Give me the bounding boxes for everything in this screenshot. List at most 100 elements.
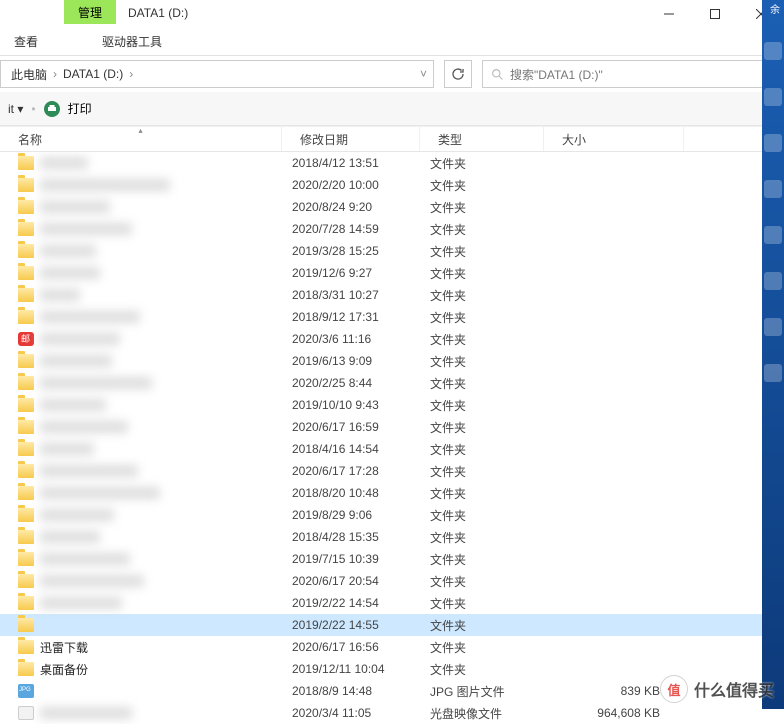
file-type: 文件夹: [420, 353, 544, 370]
file-row[interactable]: 2019/7/15 10:39文件夹: [0, 548, 784, 570]
file-row[interactable]: 2020/2/20 10:00文件夹: [0, 174, 784, 196]
taskbar-icon[interactable]: [764, 318, 782, 336]
file-row[interactable]: 2018/3/31 10:27文件夹: [0, 284, 784, 306]
file-date: 2019/12/6 9:27: [282, 266, 420, 280]
maximize-button[interactable]: [692, 0, 738, 28]
breadcrumb-pc[interactable]: 此电脑: [7, 66, 51, 83]
file-type: 文件夹: [420, 573, 544, 590]
file-type: 文件夹: [420, 243, 544, 260]
file-name: [40, 487, 160, 499]
file-date: 2019/10/10 9:43: [282, 398, 420, 412]
folder-icon: [18, 178, 34, 192]
folder-icon: [18, 508, 34, 522]
file-row[interactable]: 2019/3/28 15:25文件夹: [0, 240, 784, 262]
tab-view[interactable]: 查看: [0, 33, 52, 50]
command-toolbar: it ▾ • 打印: [0, 92, 784, 126]
file-date: 2019/8/29 9:06: [282, 508, 420, 522]
folder-icon: [18, 618, 34, 632]
file-date: 2019/6/13 9:09: [282, 354, 420, 368]
address-bar: 此电脑 › DATA1 (D:) › ˅ 搜索"DATA1 (D:)": [0, 56, 784, 92]
column-type[interactable]: 类型: [420, 127, 544, 151]
folder-icon: [18, 310, 34, 324]
search-input[interactable]: 搜索"DATA1 (D:)": [482, 60, 772, 88]
ribbon-tab-manage[interactable]: 管理: [64, 0, 116, 24]
file-type: 文件夹: [420, 177, 544, 194]
watermark: 值 什么值得买: [660, 675, 774, 703]
file-row[interactable]: 2018/4/16 14:54文件夹: [0, 438, 784, 460]
file-row[interactable]: 2020/6/17 16:59文件夹: [0, 416, 784, 438]
file-row[interactable]: 2020/3/4 11:05光盘映像文件964,608 KB: [0, 702, 784, 724]
file-row[interactable]: 2019/10/10 9:43文件夹: [0, 394, 784, 416]
file-row[interactable]: 2020/6/17 20:54文件夹: [0, 570, 784, 592]
file-row[interactable]: 2018/8/20 10:48文件夹: [0, 482, 784, 504]
print-icon: [44, 101, 60, 117]
file-date: 2018/4/12 13:51: [282, 156, 420, 170]
file-row[interactable]: 2020/6/17 17:28文件夹: [0, 460, 784, 482]
file-type: 文件夹: [420, 485, 544, 502]
file-row[interactable]: 2019/12/6 9:27文件夹: [0, 262, 784, 284]
file-row[interactable]: 2020/7/28 14:59文件夹: [0, 218, 784, 240]
file-name: [40, 355, 112, 367]
print-button[interactable]: 打印: [68, 100, 92, 117]
file-date: 2019/12/11 10:04: [282, 662, 420, 676]
file-date: 2020/2/20 10:00: [282, 178, 420, 192]
column-date[interactable]: 修改日期: [282, 127, 420, 151]
toolbar-dropdown[interactable]: it ▾: [8, 102, 23, 116]
file-row[interactable]: 2019/2/22 14:55文件夹: [0, 614, 784, 636]
file-row[interactable]: 2019/8/29 9:06文件夹: [0, 504, 784, 526]
file-date: 2020/3/6 11:16: [282, 332, 420, 346]
breadcrumb[interactable]: 此电脑 › DATA1 (D:) › ˅: [0, 60, 434, 88]
file-row[interactable]: 2020/8/24 9:20文件夹: [0, 196, 784, 218]
file-date: 2019/7/15 10:39: [282, 552, 420, 566]
folder-icon: [18, 486, 34, 500]
folder-icon: [18, 244, 34, 258]
file-row[interactable]: 2018/9/12 17:31文件夹: [0, 306, 784, 328]
file-type: 文件夹: [420, 661, 544, 678]
taskbar-icon[interactable]: [764, 180, 782, 198]
ribbon-bar: 查看 驱动器工具 ?: [0, 28, 784, 56]
breadcrumb-drive[interactable]: DATA1 (D:): [59, 67, 127, 81]
file-type: 文件夹: [420, 221, 544, 238]
file-size: 964,608 KB: [544, 706, 684, 720]
file-row[interactable]: 2018/4/28 15:35文件夹: [0, 526, 784, 548]
file-type: 文件夹: [420, 551, 544, 568]
chevron-right-icon: ›: [127, 67, 135, 81]
file-name: [40, 465, 138, 477]
taskbar-icon[interactable]: [764, 364, 782, 382]
file-name: [40, 201, 110, 213]
file-row[interactable]: 2018/4/12 13:51文件夹: [0, 152, 784, 174]
file-row[interactable]: 迅雷下载2020/6/17 16:56文件夹: [0, 636, 784, 658]
file-type: 文件夹: [420, 617, 544, 634]
file-row[interactable]: 2020/3/6 11:16文件夹: [0, 328, 784, 350]
file-date: 2018/3/31 10:27: [282, 288, 420, 302]
column-size[interactable]: 大小: [544, 127, 684, 151]
column-headers: 名称▴ 修改日期 类型 大小: [0, 126, 784, 152]
taskbar-icon[interactable]: [764, 134, 782, 152]
taskbar-icon[interactable]: [764, 226, 782, 244]
file-name: [40, 267, 100, 279]
taskbar-icon[interactable]: [764, 88, 782, 106]
taskbar-icon[interactable]: [764, 42, 782, 60]
folder-icon: [18, 354, 34, 368]
folder-icon: [18, 398, 34, 412]
file-type: 文件夹: [420, 463, 544, 480]
refresh-button[interactable]: [444, 60, 472, 88]
file-name: 迅雷下载: [40, 639, 88, 656]
file-name: [40, 311, 140, 323]
file-date: 2019/3/28 15:25: [282, 244, 420, 258]
column-name[interactable]: 名称▴: [0, 127, 282, 151]
jpg-icon: [18, 684, 34, 698]
taskbar-icon[interactable]: [764, 272, 782, 290]
tab-drive-tools[interactable]: 驱动器工具: [88, 33, 176, 50]
chevron-down-icon[interactable]: ˅: [420, 67, 427, 81]
file-row[interactable]: 2019/6/13 9:09文件夹: [0, 350, 784, 372]
minimize-button[interactable]: [646, 0, 692, 28]
file-type: 文件夹: [420, 265, 544, 282]
file-row[interactable]: 2019/2/22 14:54文件夹: [0, 592, 784, 614]
file-date: 2018/8/9 14:48: [282, 684, 420, 698]
file-date: 2020/3/4 11:05: [282, 706, 420, 720]
file-date: 2018/4/16 14:54: [282, 442, 420, 456]
file-name: [40, 179, 170, 191]
file-date: 2020/2/25 8:44: [282, 376, 420, 390]
file-row[interactable]: 2020/2/25 8:44文件夹: [0, 372, 784, 394]
